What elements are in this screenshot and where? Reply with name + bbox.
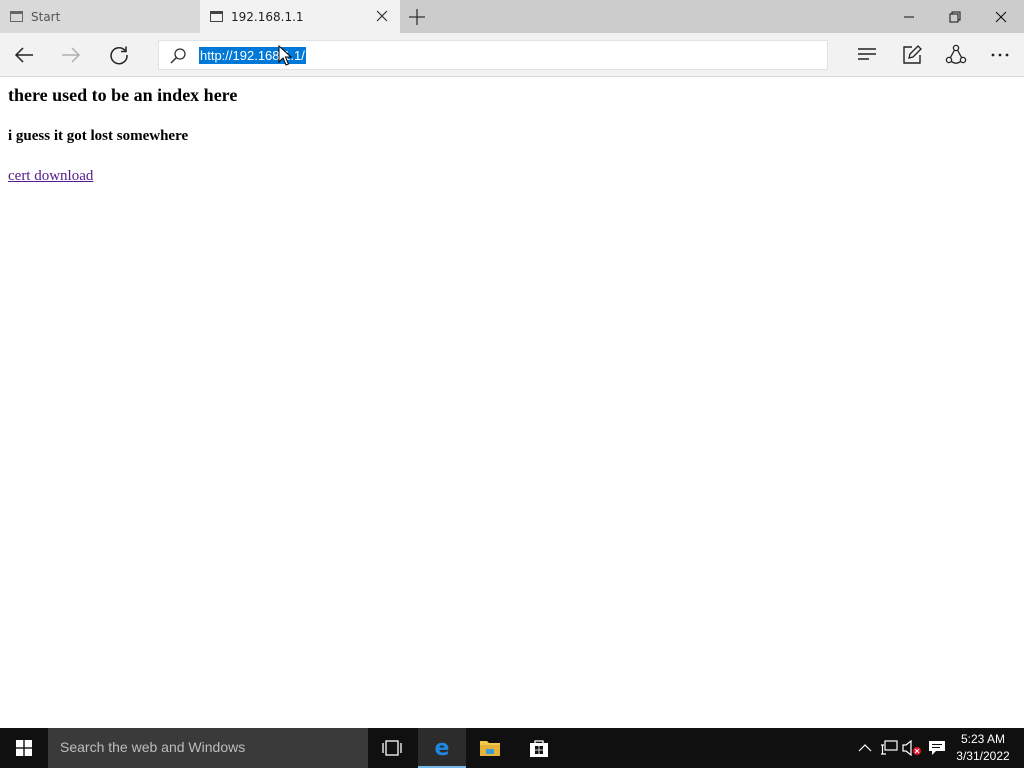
edge-taskbar-button[interactable]: e xyxy=(418,728,466,768)
forward-arrow-icon xyxy=(62,47,81,63)
restore-icon xyxy=(949,11,961,22)
title-bar: Start 192.168.1.1 xyxy=(0,0,1024,33)
file-explorer-icon xyxy=(480,741,500,756)
chevron-up-icon xyxy=(858,744,872,752)
task-view-icon xyxy=(382,740,402,756)
restore-button[interactable] xyxy=(932,0,978,33)
tab-title: Start xyxy=(31,9,61,24)
minimize-icon xyxy=(904,16,914,17)
store-icon xyxy=(530,740,548,757)
edge-icon: e xyxy=(435,736,450,758)
page-icon xyxy=(10,11,23,22)
network-tray-button[interactable] xyxy=(879,738,899,758)
minimize-button[interactable] xyxy=(886,0,932,33)
page-subheading: i guess it got lost somewhere xyxy=(8,128,189,144)
taskbar: Search the web and Windows e 5:23 AM 3/3… xyxy=(0,728,1024,768)
back-arrow-icon xyxy=(14,47,33,63)
store-button[interactable] xyxy=(515,728,563,768)
tab-start[interactable]: Start xyxy=(0,0,200,33)
navigation-bar: http://192.168.1.1/ xyxy=(0,33,1024,77)
network-icon xyxy=(881,740,898,755)
clock-time: 5:23 AM xyxy=(960,732,1006,746)
search-placeholder: Search the web and Windows xyxy=(60,739,246,755)
search-icon xyxy=(170,48,186,64)
close-icon[interactable] xyxy=(374,8,390,24)
svg-text:e: e xyxy=(435,736,450,758)
start-button[interactable] xyxy=(0,728,48,768)
file-explorer-button[interactable] xyxy=(466,728,514,768)
tab-title: 192.168.1.1 xyxy=(231,9,304,24)
forward-button[interactable] xyxy=(53,37,89,73)
refresh-button[interactable] xyxy=(101,37,137,73)
refresh-icon xyxy=(110,46,128,65)
more-button[interactable] xyxy=(982,37,1018,73)
taskbar-search[interactable]: Search the web and Windows xyxy=(48,728,368,768)
page-heading: there used to be an index here xyxy=(8,85,238,105)
clock-date: 3/31/2022 xyxy=(956,749,1010,763)
hub-button[interactable] xyxy=(849,37,885,73)
share-button[interactable] xyxy=(938,37,974,73)
cursor-icon xyxy=(278,45,292,66)
volume-tray-button[interactable] xyxy=(902,738,922,758)
web-note-icon xyxy=(903,45,922,64)
plus-icon[interactable] xyxy=(406,6,428,28)
cert-download-link[interactable]: cert download xyxy=(8,168,93,185)
page-icon xyxy=(210,11,223,22)
address-bar[interactable]: http://192.168.1.1/ xyxy=(158,40,828,70)
windows-logo-icon xyxy=(16,740,32,756)
back-button[interactable] xyxy=(6,37,42,73)
taskbar-clock[interactable]: 5:23 AM 3/31/2022 xyxy=(950,731,1016,765)
share-icon xyxy=(945,44,967,64)
action-center-button[interactable] xyxy=(927,738,947,758)
hub-icon xyxy=(858,48,876,60)
action-center-icon xyxy=(929,741,945,755)
web-note-button[interactable] xyxy=(894,37,930,73)
task-view-button[interactable] xyxy=(368,728,416,768)
more-icon xyxy=(991,53,1009,57)
close-icon xyxy=(995,11,1007,22)
page-content: there used to be an index here i guess i… xyxy=(0,78,1024,728)
show-hidden-icons-button[interactable] xyxy=(855,738,875,758)
close-window-button[interactable] xyxy=(978,0,1024,33)
volume-muted-icon xyxy=(902,740,921,756)
tab-192-168-1-1[interactable]: 192.168.1.1 xyxy=(200,0,400,33)
